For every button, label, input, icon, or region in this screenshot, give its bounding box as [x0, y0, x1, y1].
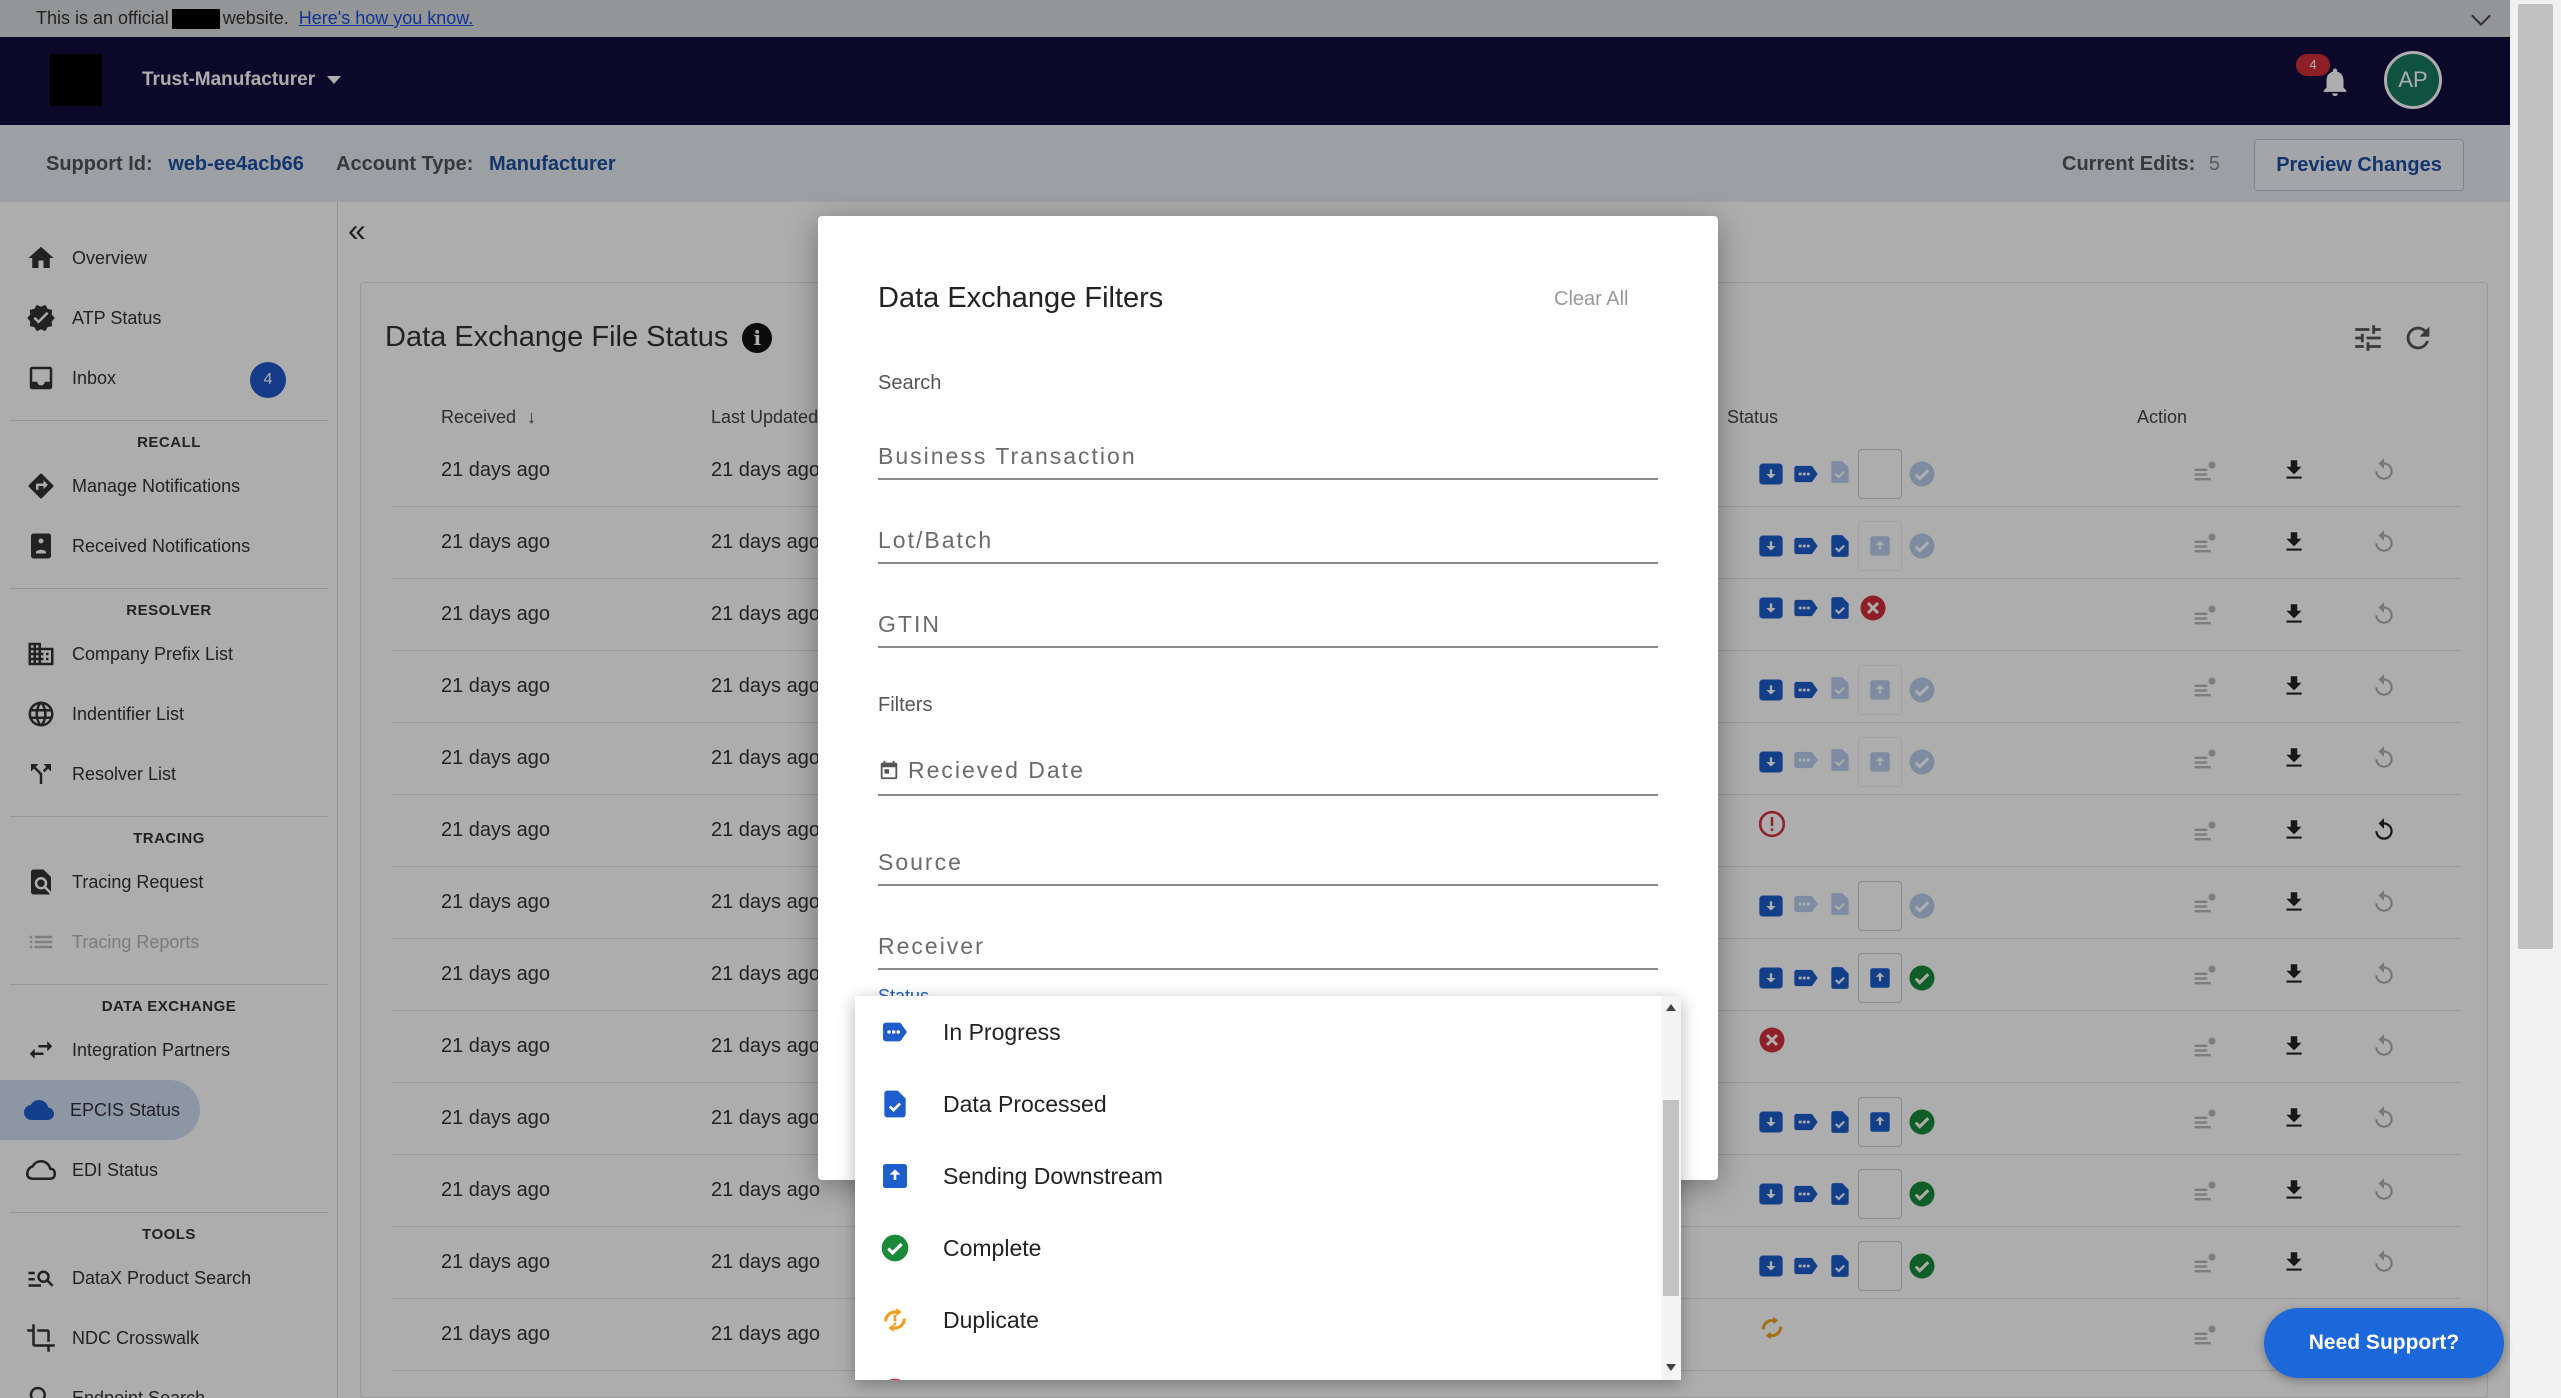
status-option-label: Data Processed [943, 1090, 1107, 1117]
calendar-icon [880, 760, 898, 780]
status-option-label: Duplicate [943, 1306, 1039, 1333]
status-option-sending-downstream[interactable]: Sending Downstream [855, 1140, 1651, 1212]
document-check-icon [884, 1090, 906, 1118]
status-option-data-processed[interactable]: Data Processed [855, 1068, 1651, 1140]
search-section-label: Search [878, 372, 942, 394]
gtin-input[interactable] [878, 602, 1658, 648]
scroll-down-icon[interactable] [1666, 1364, 1676, 1371]
status-option-failed[interactable] [855, 1356, 1651, 1380]
dropdown-scrollbar-thumb[interactable] [1663, 1100, 1679, 1296]
received-date-field[interactable] [878, 746, 1658, 796]
status-dropdown-list: In Progress Data Processed Sending Downs… [855, 996, 1681, 1380]
status-option-in-progress[interactable]: In Progress [855, 996, 1651, 1068]
in-progress-icon [883, 1022, 907, 1042]
check-circle-icon [881, 1234, 909, 1262]
send-tray-icon [883, 1164, 907, 1188]
receiver-input[interactable] [878, 924, 1658, 970]
status-option-label: Sending Downstream [943, 1162, 1163, 1189]
status-option-label: Complete [943, 1234, 1042, 1261]
business-transaction-input[interactable] [878, 434, 1658, 480]
duplicate-sync-icon [884, 1308, 906, 1332]
lot-batch-input[interactable] [878, 518, 1658, 564]
page-scrollbar[interactable] [2510, 0, 2561, 1398]
status-option-complete[interactable]: Complete [855, 1212, 1651, 1284]
received-date-input[interactable] [908, 756, 1608, 784]
dialog-title: Data Exchange Filters [878, 282, 1164, 314]
error-icon [889, 1378, 901, 1380]
page-scrollbar-thumb[interactable] [2518, 4, 2553, 949]
source-input[interactable] [878, 840, 1658, 886]
status-option-duplicate[interactable]: Duplicate [855, 1284, 1651, 1356]
status-option-label: In Progress [943, 1018, 1061, 1045]
filters-section-label: Filters [878, 694, 933, 716]
clear-all-button[interactable]: Clear All [1554, 288, 1628, 311]
need-support-button[interactable]: Need Support? [2264, 1308, 2504, 1378]
dropdown-scrollbar[interactable] [1661, 996, 1681, 1380]
scroll-up-icon[interactable] [1666, 1004, 1676, 1011]
